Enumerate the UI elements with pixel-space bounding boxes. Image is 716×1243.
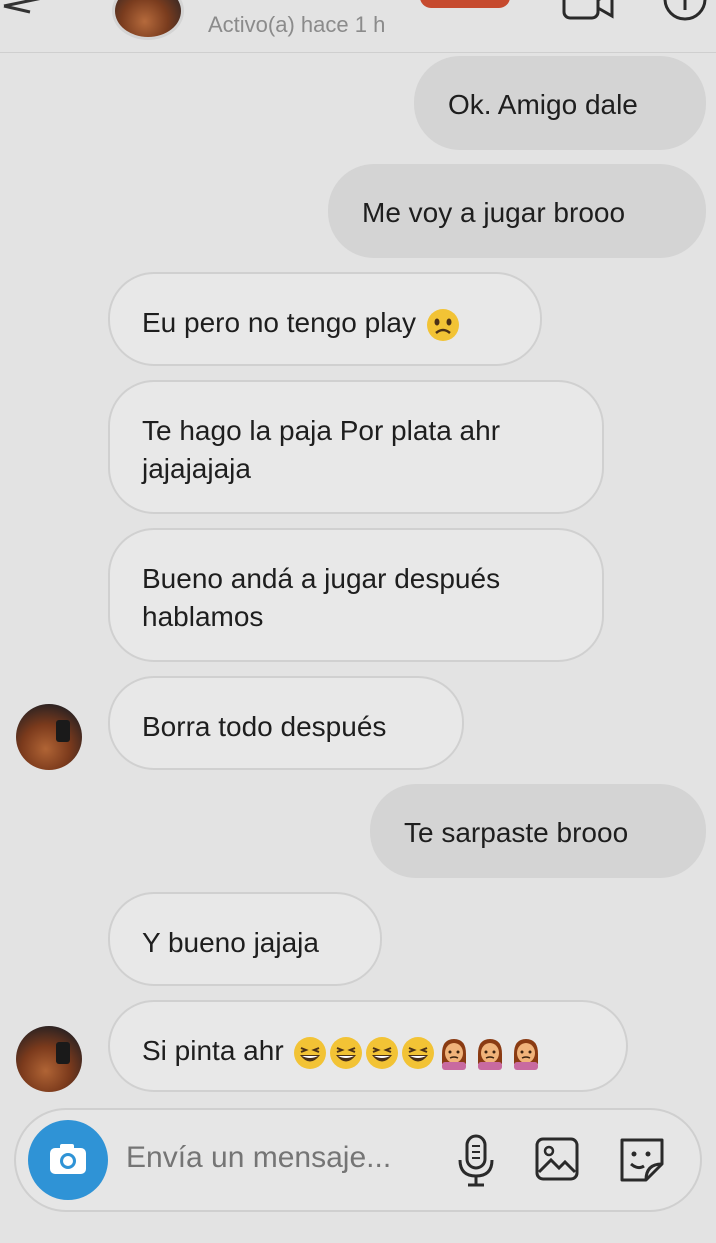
message-text: Eu pero no tengo play: [142, 307, 416, 338]
grinning-squinting-face-icon: [330, 1036, 363, 1069]
grinning-squinting-face-icon: [294, 1036, 327, 1069]
message-text-line: hablamos: [142, 601, 264, 632]
incoming-message[interactable]: Borra todo después: [108, 676, 464, 770]
grinning-squinting-face-icon: [402, 1036, 435, 1069]
contact-avatar[interactable]: [112, 0, 184, 40]
message-text: Si pinta ahr: [142, 1035, 284, 1066]
gallery-icon[interactable]: [534, 1136, 580, 1182]
message-text: Borra todo después: [142, 711, 387, 742]
outgoing-message[interactable]: Ok. Amigo dale: [414, 56, 706, 150]
outgoing-message[interactable]: Me voy a jugar brooo: [328, 164, 706, 258]
message-input[interactable]: [124, 1140, 438, 1176]
message-text: Te sarpaste brooo: [404, 817, 629, 848]
avatar-photo-detail: [56, 720, 70, 742]
woman-pouting-icon: [478, 1038, 503, 1070]
chat-header: Activo(a) hace 1 h: [0, 0, 716, 53]
message-text: Me voy a jugar brooo: [362, 197, 626, 228]
redaction-mark: [420, 0, 510, 8]
back-arrow-icon[interactable]: [0, 0, 60, 20]
camera-button[interactable]: [28, 1120, 108, 1200]
sender-avatar[interactable]: [16, 1026, 82, 1092]
microphone-icon[interactable]: [456, 1134, 496, 1188]
incoming-message[interactable]: Bueno andá a jugar después hablamos: [108, 528, 604, 662]
worried-face-icon: [426, 308, 459, 341]
woman-pouting-icon: [442, 1038, 467, 1070]
active-status: Activo(a) hace 1 h: [208, 12, 386, 37]
grinning-squinting-face-icon: [366, 1036, 399, 1069]
avatar-photo-detail: [56, 1042, 70, 1064]
message-text: Y bueno jajaja: [142, 927, 319, 958]
message-composer: [14, 1108, 702, 1212]
sender-avatar[interactable]: [16, 704, 82, 770]
incoming-message[interactable]: Te hago la paja Por plata ahr jajajajaja: [108, 380, 604, 514]
sticker-icon[interactable]: [616, 1134, 668, 1186]
woman-pouting-icon: [514, 1038, 539, 1070]
video-call-icon[interactable]: [562, 0, 614, 22]
message-text: Ok. Amigo dale: [448, 89, 638, 120]
message-text-line: jajajajaja: [142, 453, 251, 484]
outgoing-message[interactable]: Te sarpaste brooo: [370, 784, 706, 878]
incoming-message[interactable]: Y bueno jajaja: [108, 892, 382, 986]
incoming-message[interactable]: Eu pero no tengo play: [108, 272, 542, 366]
incoming-message[interactable]: Si pinta ahr: [108, 1000, 628, 1092]
info-icon[interactable]: [662, 0, 708, 22]
message-text-line: Bueno andá a jugar después: [142, 563, 501, 594]
message-text-line: Te hago la paja Por plata ahr: [142, 415, 501, 446]
camera-icon: [50, 1144, 86, 1174]
emoji-row: [291, 1035, 543, 1070]
